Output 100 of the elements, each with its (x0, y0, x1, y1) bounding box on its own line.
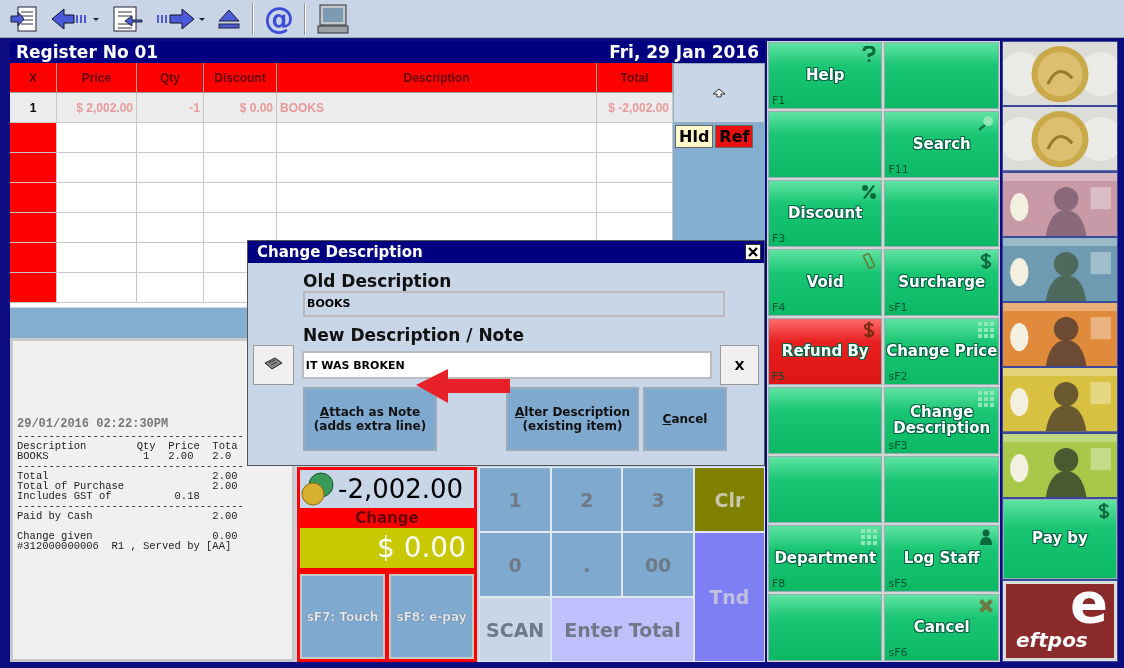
old-description-field: BOOKS (303, 291, 725, 317)
receipt-line: ------------------------------------ (17, 461, 244, 471)
dollar-icon (1096, 503, 1112, 519)
table-cell (137, 183, 204, 213)
register-date: Fri, 29 Jan 2016 (609, 42, 759, 62)
receipt-line: Change given 0.00 (17, 531, 238, 541)
shortcut-key: sF5 (888, 577, 908, 590)
row-marker (10, 183, 57, 213)
row-marker (10, 213, 57, 243)
function-label: Department (774, 550, 877, 567)
row-marker (10, 153, 57, 183)
row-marker (10, 123, 57, 153)
shortcut-key: sF2 (888, 370, 908, 383)
keypad-key[interactable]: Clr (694, 468, 764, 531)
shortcut-key: F5 (772, 370, 786, 383)
function-button[interactable]: Search F11 (884, 111, 999, 178)
table-cell: 1 (10, 93, 57, 123)
row-marker (10, 243, 57, 273)
column-header: Total (597, 63, 673, 93)
column-header: X (10, 63, 57, 93)
function-button[interactable]: Help F1 (768, 42, 883, 109)
input-field[interactable]: IT WAS BROKEN (301, 351, 713, 379)
shortcut-key: F8 (772, 577, 786, 590)
register-title: Register No 01 (16, 42, 159, 62)
dialog-button[interactable]: Cancel (643, 387, 727, 451)
keyboard-icon (263, 356, 284, 371)
function-button[interactable]: Change Price sF2 (884, 318, 999, 385)
receipt-line: ------------------------------------ (17, 501, 244, 511)
function-button[interactable]: Discount F3 (768, 180, 883, 247)
function-label: Log Staff (903, 550, 980, 567)
column-header: Qty (137, 63, 204, 93)
percent-icon (861, 184, 878, 200)
coin-icon (300, 471, 336, 507)
computer-icon[interactable] (316, 2, 350, 35)
function-button[interactable]: Refund By F5 (768, 318, 883, 385)
dialog-button[interactable]: Attach as Note (adds extra line) (303, 387, 437, 451)
receipt-line: Includes GST of 0.18 (17, 491, 200, 501)
keyboard-button[interactable] (253, 345, 294, 385)
shortcut-key: sF6 (888, 646, 908, 659)
function-button[interactable]: Log Staff sF5 (884, 525, 999, 592)
function-button[interactable]: Department F8 (768, 525, 883, 592)
receipt-line: 29/01/2016 02:22:30PM (17, 417, 169, 431)
function-button[interactable]: Void F4 (768, 249, 883, 316)
keypad-key[interactable]: Tnd (694, 533, 764, 661)
function-label: Search (912, 136, 971, 153)
import-icon[interactable] (8, 3, 40, 34)
function-label: Refund By (781, 343, 869, 360)
keypad-key[interactable]: Enter Total (552, 598, 693, 661)
payment-button[interactable]: sF8: e-pay (389, 574, 474, 659)
close-icon (748, 247, 758, 257)
shortcut-key: F3 (772, 232, 786, 245)
column-header: Description (277, 63, 597, 93)
column-header: Price (57, 63, 137, 93)
function-label: Discount (788, 205, 863, 222)
table-cell: $ 0.00 (204, 93, 277, 123)
table-cell (137, 213, 204, 243)
dialog-title: Change Description (257, 243, 423, 261)
table-cell: BOOKS (277, 93, 597, 123)
shortcut-key: sF1 (888, 301, 908, 314)
amount-text: -2,002.00 (338, 474, 464, 504)
dialog-button[interactable]: Alter Description (existing item) (506, 387, 639, 451)
document-arrow-icon[interactable] (110, 3, 144, 34)
question-mark-icon (861, 46, 878, 62)
clear-button[interactable]: X (720, 345, 759, 385)
function-button[interactable]: Cancel sF6 (884, 594, 999, 661)
field-label: Old Description (303, 271, 452, 291)
function-label: Change Price (886, 343, 998, 360)
shortcut-key: sF3 (888, 439, 908, 452)
dollar-icon (978, 253, 994, 269)
function-button[interactable]: Surcharge sF1 (884, 249, 999, 316)
close-button[interactable] (745, 244, 761, 260)
table-cell (137, 153, 204, 183)
field-label: New Description / Note (303, 325, 524, 345)
pay-by-button[interactable]: Pay by (1003, 499, 1117, 579)
table-cell: $ 2,002.00 (57, 93, 137, 123)
receipt-line: Total of Purchase 2.00 (17, 481, 238, 491)
function-label: Cancel (913, 619, 970, 636)
email-button[interactable]: @ (264, 3, 294, 34)
table-cell (137, 123, 204, 153)
eftpos-button[interactable]: e eftpos (1003, 581, 1117, 661)
refund-button[interactable]: Ref (715, 125, 754, 148)
payment-button[interactable]: sF7: Touch (300, 574, 385, 659)
function-button[interactable]: Change Description sF3 (884, 387, 999, 454)
ticket-icon (861, 253, 878, 269)
function-label: Surcharge (898, 274, 986, 291)
function-label: Change Description (892, 404, 992, 437)
change-amount: $ 0.00 (300, 528, 474, 568)
hold-button[interactable]: Hld (675, 125, 714, 148)
keypad-icon (978, 391, 994, 407)
keypad-icon (978, 322, 994, 338)
person-icon (978, 529, 994, 545)
table-cell: -1 (137, 93, 204, 123)
receipt-line: BOOKS 1 2.00 2.0 (17, 451, 232, 461)
keypad-key[interactable]: SCAN (480, 598, 551, 661)
change-label: Change (354, 508, 420, 528)
shortcut-key: F1 (772, 94, 786, 107)
search-icon (978, 115, 994, 131)
row-marker (10, 273, 57, 303)
shortcut-key: F11 (888, 163, 909, 176)
function-label: Void (806, 274, 844, 291)
